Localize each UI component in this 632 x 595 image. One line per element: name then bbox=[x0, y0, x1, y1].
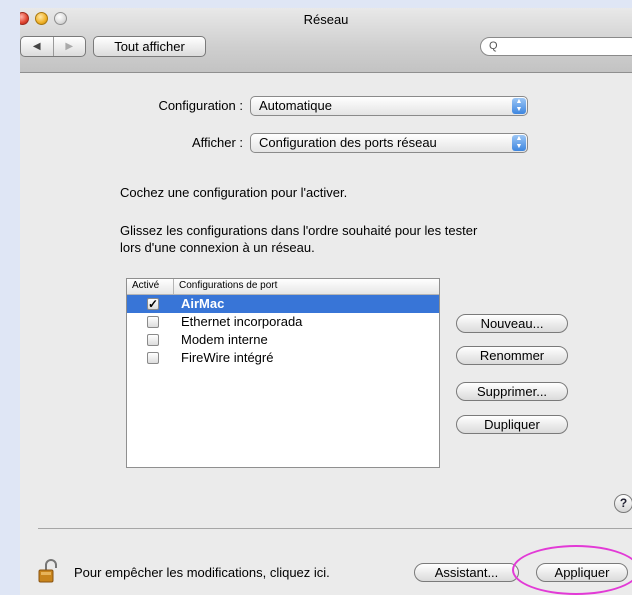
search-field[interactable]: Q bbox=[480, 37, 632, 56]
duplicate-button[interactable]: Dupliquer bbox=[456, 415, 568, 434]
checkbox-airmac[interactable]: ✓ bbox=[147, 298, 159, 310]
show-all-button[interactable]: Tout afficher bbox=[93, 36, 206, 57]
network-preferences-window: Réseau ◀ ▶ Tout afficher Q Configuration… bbox=[20, 8, 632, 595]
list-row-ethernet[interactable]: Ethernet incorporada bbox=[127, 313, 439, 331]
configuration-label: Configuration : bbox=[158, 98, 243, 113]
instruction-drag-line2: lors d'une connexion à un réseau. bbox=[120, 240, 315, 255]
checkbox-modem[interactable] bbox=[147, 334, 159, 346]
back-arrow-icon[interactable]: ◀ bbox=[21, 37, 53, 56]
lock-icon[interactable] bbox=[38, 559, 58, 583]
list-header: Activé Configurations de port bbox=[127, 279, 439, 295]
popup-arrows-icon: ▲ ▼ bbox=[512, 98, 526, 114]
configuration-value: Automatique bbox=[259, 98, 332, 113]
window-title: Réseau bbox=[303, 12, 349, 27]
assistant-button[interactable]: Assistant... bbox=[414, 563, 519, 582]
search-icon: Q bbox=[489, 40, 498, 52]
toolbar: Réseau ◀ ▶ Tout afficher Q bbox=[20, 8, 632, 73]
show-label: Afficher : bbox=[191, 135, 243, 150]
list-row-firewire[interactable]: FireWire intégré bbox=[127, 349, 439, 367]
help-button[interactable]: ? bbox=[614, 494, 632, 513]
popup-arrows-icon: ▲ ▼ bbox=[512, 135, 526, 151]
rename-button[interactable]: Renommer bbox=[456, 346, 568, 365]
list-row-airmac[interactable]: ✓ AirMac bbox=[127, 295, 439, 313]
show-value: Configuration des ports réseau bbox=[259, 135, 437, 150]
highlight-annotation-ring bbox=[512, 545, 632, 595]
back-forward-control: ◀ ▶ bbox=[20, 36, 86, 57]
list-row-modem[interactable]: Modem interne bbox=[127, 331, 439, 349]
instruction-activate: Cochez une configuration pour l'activer. bbox=[120, 185, 348, 200]
checkbox-firewire[interactable] bbox=[147, 352, 159, 364]
row-label: Ethernet incorporada bbox=[181, 314, 303, 329]
column-header-configurations[interactable]: Configurations de port bbox=[173, 279, 277, 294]
row-label: FireWire intégré bbox=[181, 350, 274, 365]
lock-message[interactable]: Pour empêcher les modifications, cliquez… bbox=[74, 564, 330, 581]
delete-button[interactable]: Supprimer... bbox=[456, 382, 568, 401]
forward-arrow-icon[interactable]: ▶ bbox=[52, 37, 86, 56]
row-label: Modem interne bbox=[181, 332, 268, 347]
column-header-active[interactable]: Activé bbox=[132, 279, 159, 293]
row-label: AirMac bbox=[181, 296, 225, 311]
instruction-drag-line1: Glissez les configurations dans l'ordre … bbox=[120, 223, 478, 238]
checkbox-ethernet[interactable] bbox=[147, 316, 159, 328]
port-configurations-list[interactable]: Activé Configurations de port ✓ AirMac E… bbox=[126, 278, 440, 468]
footer-divider bbox=[38, 528, 632, 529]
configuration-popup[interactable]: Automatique ▲ ▼ bbox=[250, 96, 528, 116]
show-popup[interactable]: Configuration des ports réseau ▲ ▼ bbox=[250, 133, 528, 153]
new-button[interactable]: Nouveau... bbox=[456, 314, 568, 333]
